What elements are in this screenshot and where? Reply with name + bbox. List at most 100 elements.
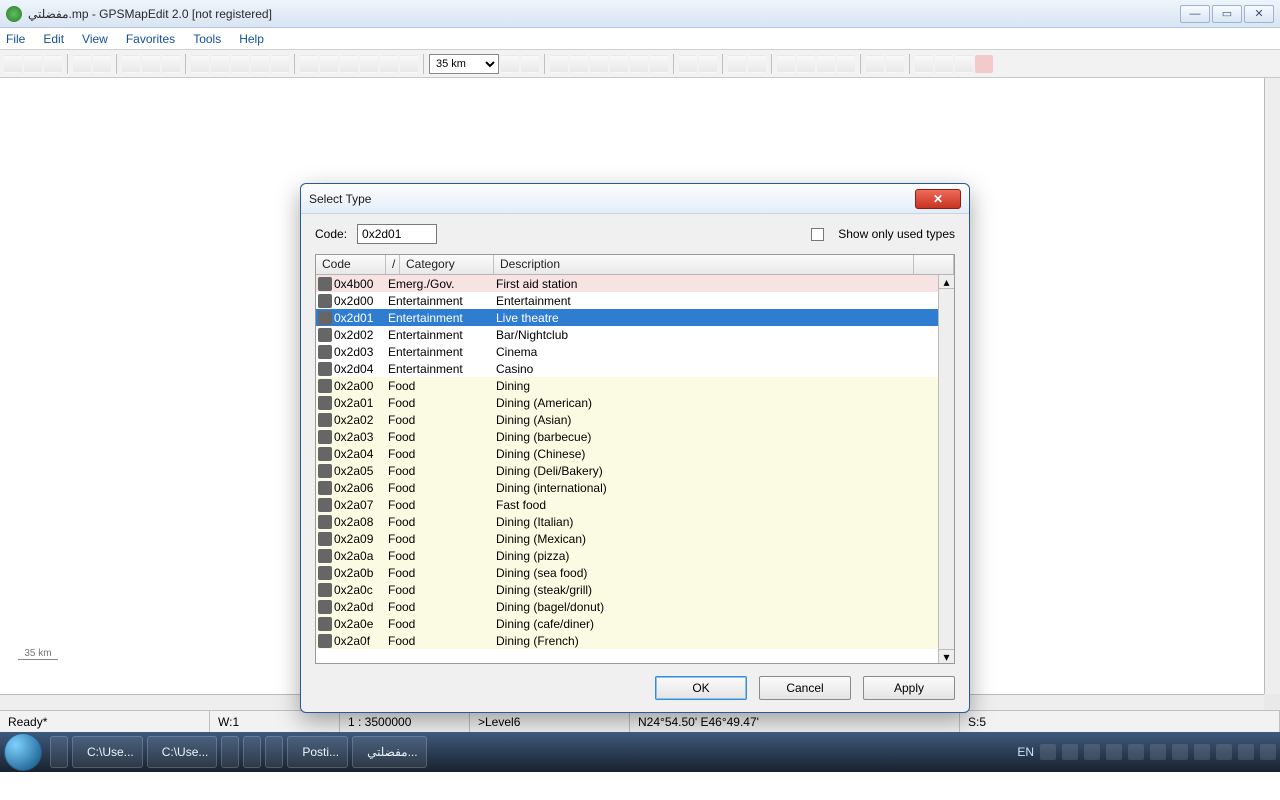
col-description[interactable]: Description — [494, 255, 914, 274]
minimize-button[interactable]: — — [1180, 5, 1210, 23]
maximize-button[interactable]: ▭ — [1212, 5, 1242, 23]
toolbar-node-icon[interactable] — [231, 55, 249, 73]
type-row[interactable]: 0x2a0fFoodDining (French) — [316, 632, 954, 649]
type-row[interactable]: 0x2a04FoodDining (Chinese) — [316, 445, 954, 462]
type-row[interactable]: 0x2a0eFoodDining (cafe/diner) — [316, 615, 954, 632]
col-category[interactable]: Category — [400, 255, 494, 274]
type-row[interactable]: 0x2a00FoodDining — [316, 377, 954, 394]
toolbar-color-icon[interactable] — [610, 55, 628, 73]
toolbar-delete-icon[interactable] — [975, 55, 993, 73]
menu-tools[interactable]: Tools — [193, 32, 221, 46]
toolbar-line-icon[interactable] — [360, 55, 378, 73]
tray-icon[interactable] — [1084, 744, 1100, 760]
toolbar-paste-icon[interactable] — [955, 55, 973, 73]
dialog-close-button[interactable]: ✕ — [915, 189, 961, 209]
menu-view[interactable]: View — [82, 32, 108, 46]
col-sort[interactable]: / — [386, 255, 400, 274]
toolbar-snap-icon[interactable] — [300, 55, 318, 73]
type-row[interactable]: 0x2d01EntertainmentLive theatre — [316, 309, 954, 326]
tray-icon[interactable] — [1216, 744, 1232, 760]
type-row[interactable]: 0x2d04EntertainmentCasino — [316, 360, 954, 377]
toolbar-route-icon[interactable] — [650, 55, 668, 73]
toolbar-move-icon[interactable] — [211, 55, 229, 73]
ok-button[interactable]: OK — [655, 676, 747, 700]
toolbar-redo-icon[interactable] — [93, 55, 111, 73]
menu-help[interactable]: Help — [239, 32, 264, 46]
taskbar-item[interactable]: مفضلتي... — [352, 736, 427, 768]
start-button[interactable] — [4, 733, 42, 771]
toolbar-dist-icon[interactable] — [570, 55, 588, 73]
toolbar-tile-icon[interactable] — [699, 55, 717, 73]
col-blank[interactable] — [914, 255, 954, 274]
type-row[interactable]: 0x2a08FoodDining (Italian) — [316, 513, 954, 530]
type-row[interactable]: 0x2d00EntertainmentEntertainment — [316, 292, 954, 309]
taskbar-item[interactable] — [243, 736, 261, 768]
toolbar-layers-icon[interactable] — [630, 55, 648, 73]
toolbar-undo-icon[interactable] — [73, 55, 91, 73]
toolbar-trim-icon[interactable] — [251, 55, 269, 73]
toolbar-select-icon[interactable] — [162, 55, 180, 73]
toolbar-d-icon[interactable] — [797, 55, 815, 73]
taskbar-item[interactable]: C:\Use... — [72, 736, 143, 768]
toolbar-f-icon[interactable] — [837, 55, 855, 73]
col-code[interactable]: Code — [316, 255, 386, 274]
type-row[interactable]: 0x2a0cFoodDining (steak/grill) — [316, 581, 954, 598]
toolbar-point-icon[interactable] — [380, 55, 398, 73]
toolbar-e-icon[interactable] — [817, 55, 835, 73]
type-row[interactable]: 0x2a0aFoodDining (pizza) — [316, 547, 954, 564]
map-canvas[interactable]: 35 km Select Type ✕ Code: Show only used… — [0, 78, 1280, 710]
toolbar-rect-icon[interactable] — [320, 55, 338, 73]
taskbar-item[interactable]: C:\Use... — [147, 736, 218, 768]
cancel-button[interactable]: Cancel — [759, 676, 851, 700]
toolbar-cut-icon[interactable] — [122, 55, 140, 73]
tray-icon[interactable] — [1238, 744, 1254, 760]
type-row[interactable]: 0x2a03FoodDining (barbecue) — [316, 428, 954, 445]
toolbar-save-icon[interactable] — [44, 55, 62, 73]
toolbar-g-icon[interactable] — [866, 55, 884, 73]
menu-file[interactable]: File — [6, 32, 25, 46]
menu-edit[interactable]: Edit — [43, 32, 64, 46]
toolbar-draw-icon[interactable] — [271, 55, 289, 73]
toolbar-open-icon[interactable] — [24, 55, 42, 73]
tray-icon[interactable] — [1128, 744, 1144, 760]
taskbar-item[interactable] — [50, 736, 68, 768]
zoom-in-icon[interactable] — [501, 55, 519, 73]
type-row[interactable]: 0x2a0dFoodDining (bagel/donut) — [316, 598, 954, 615]
system-tray[interactable]: EN — [1017, 744, 1276, 760]
toolbar-cut2-icon[interactable] — [915, 55, 933, 73]
close-button[interactable]: ✕ — [1244, 5, 1274, 23]
toolbar-poly-icon[interactable] — [340, 55, 358, 73]
list-scrollbar[interactable]: ▴ ▾ — [938, 275, 954, 663]
toolbar-copy-icon[interactable] — [935, 55, 953, 73]
type-row[interactable]: 0x2a02FoodDining (Asian) — [316, 411, 954, 428]
taskbar-item[interactable] — [221, 736, 239, 768]
type-row[interactable]: 0x2a0bFoodDining (sea food) — [316, 564, 954, 581]
toolbar-label-icon[interactable] — [550, 55, 568, 73]
type-row[interactable]: 0x2a01FoodDining (American) — [316, 394, 954, 411]
tray-icon[interactable] — [1150, 744, 1166, 760]
tray-lang[interactable]: EN — [1017, 745, 1034, 759]
toolbar-poi-icon[interactable] — [400, 55, 418, 73]
toolbar-new-icon[interactable] — [4, 55, 22, 73]
toolbar-hand-icon[interactable] — [142, 55, 160, 73]
apply-button[interactable]: Apply — [863, 676, 955, 700]
tray-icon[interactable] — [1194, 744, 1210, 760]
taskbar-item[interactable] — [265, 736, 283, 768]
menu-favorites[interactable]: Favorites — [126, 32, 175, 46]
type-row[interactable]: 0x2a09FoodDining (Mexican) — [316, 530, 954, 547]
toolbar-a-icon[interactable] — [728, 55, 746, 73]
tray-icon[interactable] — [1106, 744, 1122, 760]
tray-icon[interactable] — [1260, 744, 1276, 760]
zoom-select[interactable]: 35 km — [429, 54, 499, 74]
toolbar-arrow-icon[interactable] — [191, 55, 209, 73]
tray-icon[interactable] — [1062, 744, 1078, 760]
tray-icon[interactable] — [1040, 744, 1056, 760]
type-row[interactable]: 0x4b00Emerg./Gov.First aid station — [316, 275, 954, 292]
toolbar-c-icon[interactable] — [777, 55, 795, 73]
type-row[interactable]: 0x2a06FoodDining (international) — [316, 479, 954, 496]
taskbar-item[interactable]: Posti... — [287, 736, 348, 768]
type-row[interactable]: 0x2d02EntertainmentBar/Nightclub — [316, 326, 954, 343]
toolbar-h-icon[interactable] — [886, 55, 904, 73]
toolbar-grid-icon[interactable] — [590, 55, 608, 73]
toolbar-frame-icon[interactable] — [679, 55, 697, 73]
